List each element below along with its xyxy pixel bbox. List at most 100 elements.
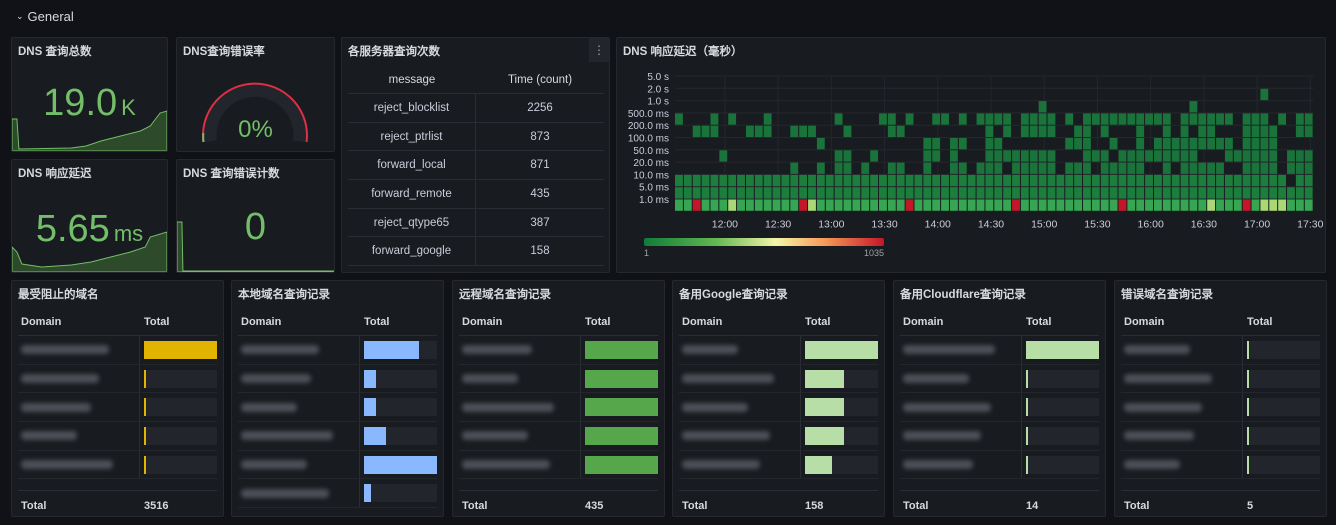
- footer-total: 3516: [144, 499, 169, 512]
- column-header-count[interactable]: Time (count): [476, 74, 604, 86]
- heatmap-cell: [1029, 150, 1038, 162]
- heatmap-cell: [1047, 162, 1056, 174]
- total-bar: [364, 340, 437, 359]
- footer-label: Total: [462, 499, 488, 512]
- total-bar-fill: [144, 398, 146, 417]
- table-row: [1121, 393, 1320, 423]
- heatmap-cell: [1047, 150, 1056, 162]
- total-bar: [1026, 455, 1099, 474]
- column-header-domain[interactable]: Domain: [679, 309, 801, 335]
- y-tick-label: 5.0 ms: [639, 183, 669, 194]
- panel-domain-table[interactable]: 备用Cloudflare查询记录 Domain Total Total 14: [893, 280, 1106, 517]
- panel-domain-table[interactable]: 本地域名查询记录 Domain Total: [231, 280, 444, 517]
- heatmap-cell: [1198, 187, 1207, 199]
- heatmap-cell: [1180, 125, 1189, 137]
- total-bar: [144, 340, 217, 359]
- heatmap-cell: [1233, 150, 1242, 162]
- total-bar-fill: [1026, 455, 1028, 474]
- column-header-total[interactable]: Total: [581, 316, 658, 328]
- heatmap-cell: [1242, 113, 1251, 125]
- table-footer: Total 158: [679, 490, 878, 516]
- heatmap-cell: [1118, 150, 1127, 162]
- panel-domain-table[interactable]: 备用Google查询记录 Domain Total Total 158: [672, 280, 885, 517]
- panel-menu-button[interactable]: ⋮: [589, 38, 609, 62]
- heatmap-cell: [1136, 174, 1145, 187]
- heatmap-cell: [1100, 113, 1109, 125]
- heatmap-cell: [1020, 150, 1029, 162]
- x-tick-label: 14:30: [978, 218, 1004, 230]
- heatmap-cell: [834, 187, 843, 199]
- stat-unit: K: [121, 95, 136, 120]
- heatmap-cell: [879, 174, 887, 187]
- heatmap-cell: [692, 187, 701, 199]
- heatmap-cell: [1216, 162, 1224, 174]
- table-row: [18, 450, 217, 480]
- footer-label: Total: [1124, 499, 1150, 512]
- heatmap-cell: [887, 125, 896, 137]
- heatmap-cell: [896, 125, 905, 137]
- y-tick-label: 1.0 ms: [639, 195, 669, 206]
- table-footer: Total 5: [1121, 490, 1320, 516]
- heatmap-cell: [852, 174, 861, 187]
- heatmap-cell: [1304, 125, 1313, 137]
- heatmap-cell: [843, 199, 852, 211]
- redacted-domain: [903, 431, 981, 441]
- heatmap-cell: [985, 162, 994, 174]
- column-header-message[interactable]: message: [348, 66, 476, 93]
- total-bar-fill: [1026, 369, 1028, 388]
- panel-error-rate[interactable]: DNS查询错误率 0%: [176, 37, 335, 152]
- heatmap-cell: [870, 199, 879, 211]
- heatmap-cell: [763, 113, 772, 125]
- heatmap-cell: [1109, 138, 1118, 150]
- heatmap-cell: [1251, 187, 1260, 199]
- cell-message: reject_ptrlist: [348, 122, 476, 151]
- heatmap-cell: [994, 174, 1003, 187]
- total-bar-fill: [805, 369, 845, 388]
- column-header-total[interactable]: Total: [360, 316, 437, 328]
- chevron-down-icon: ⌄: [16, 11, 24, 21]
- heatmap-cell: [1100, 174, 1109, 187]
- column-header-total[interactable]: Total: [1022, 316, 1099, 328]
- redacted-domain: [903, 460, 973, 470]
- heatmap-cell: [905, 199, 914, 211]
- total-bar: [805, 398, 878, 417]
- heatmap-cell: [887, 162, 896, 174]
- heatmap-cell: [1251, 199, 1260, 211]
- heatmap-cell: [1065, 199, 1074, 211]
- panel-title: 错误域名查询记录: [1121, 289, 1213, 301]
- row-general-toggle[interactable]: ⌄ General: [16, 9, 74, 24]
- heatmap-cell: [1100, 199, 1109, 211]
- panel-server-queries[interactable]: 各服务器查询次数 ⋮ message Time (count) reject_b…: [341, 37, 610, 273]
- heatmap-cell: [1180, 162, 1189, 174]
- panel-title: DNS 查询错误计数: [183, 168, 280, 180]
- table-row: [238, 336, 437, 365]
- panel-domain-table[interactable]: 远程域名查询记录 Domain Total Total 435: [452, 280, 665, 517]
- column-header-total[interactable]: Total: [140, 316, 217, 328]
- panel-title: DNS 响应延迟: [18, 168, 92, 180]
- total-bar: [364, 484, 437, 503]
- heatmap-cell: [719, 187, 728, 199]
- column-header-domain[interactable]: Domain: [900, 309, 1022, 335]
- total-bar-fill: [1247, 369, 1249, 388]
- panel-domain-table[interactable]: 最受阻止的域名 Domain Total Total 3516: [11, 280, 224, 517]
- panel-latency[interactable]: DNS 响应延迟 5.65 ms: [11, 159, 168, 273]
- heatmap-cell: [1269, 138, 1278, 150]
- table-row: forward_local 871: [348, 151, 604, 181]
- panel-error-count[interactable]: DNS 查询错误计数 0: [176, 159, 335, 273]
- redacted-domain: [462, 345, 532, 355]
- heatmap-cell: [1020, 162, 1029, 174]
- table-row: [238, 364, 437, 394]
- column-header-domain[interactable]: Domain: [1121, 309, 1243, 335]
- column-header-domain[interactable]: Domain: [238, 309, 360, 335]
- heatmap-cell: [1242, 162, 1251, 174]
- panel-total-queries[interactable]: DNS 查询总数 19.0 K: [11, 37, 168, 152]
- column-header-total[interactable]: Total: [1243, 316, 1320, 328]
- footer-label: Total: [21, 499, 47, 512]
- column-header-total[interactable]: Total: [801, 316, 878, 328]
- total-bar: [144, 455, 217, 474]
- total-bar-fill: [144, 426, 146, 445]
- column-header-domain[interactable]: Domain: [18, 309, 140, 335]
- panel-domain-table[interactable]: 错误域名查询记录 Domain Total Total 5: [1114, 280, 1327, 517]
- column-header-domain[interactable]: Domain: [459, 309, 581, 335]
- panel-latency-heatmap[interactable]: DNS 响应延迟（毫秒） 5.0 s 2.0 s 1.0 s 500.0 ms 200.…: [616, 37, 1326, 273]
